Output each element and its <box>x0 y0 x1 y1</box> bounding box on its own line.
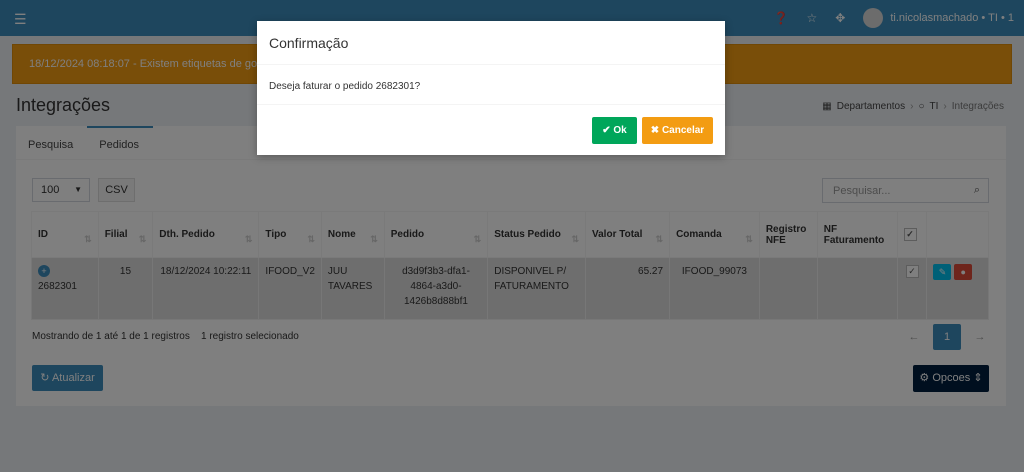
ok-button[interactable]: ✔ Ok <box>592 117 637 144</box>
confirmation-modal: Confirmação Deseja faturar o pedido 2682… <box>257 21 725 155</box>
close-icon: ✖ <box>650 125 660 136</box>
check-icon: ✔ <box>602 125 611 136</box>
modal-message: Deseja faturar o pedido 2682301? <box>257 65 725 105</box>
cancel-button[interactable]: ✖ Cancelar <box>642 117 713 144</box>
modal-footer: ✔ Ok ✖ Cancelar <box>592 117 713 144</box>
modal-title: Confirmação <box>257 21 725 65</box>
